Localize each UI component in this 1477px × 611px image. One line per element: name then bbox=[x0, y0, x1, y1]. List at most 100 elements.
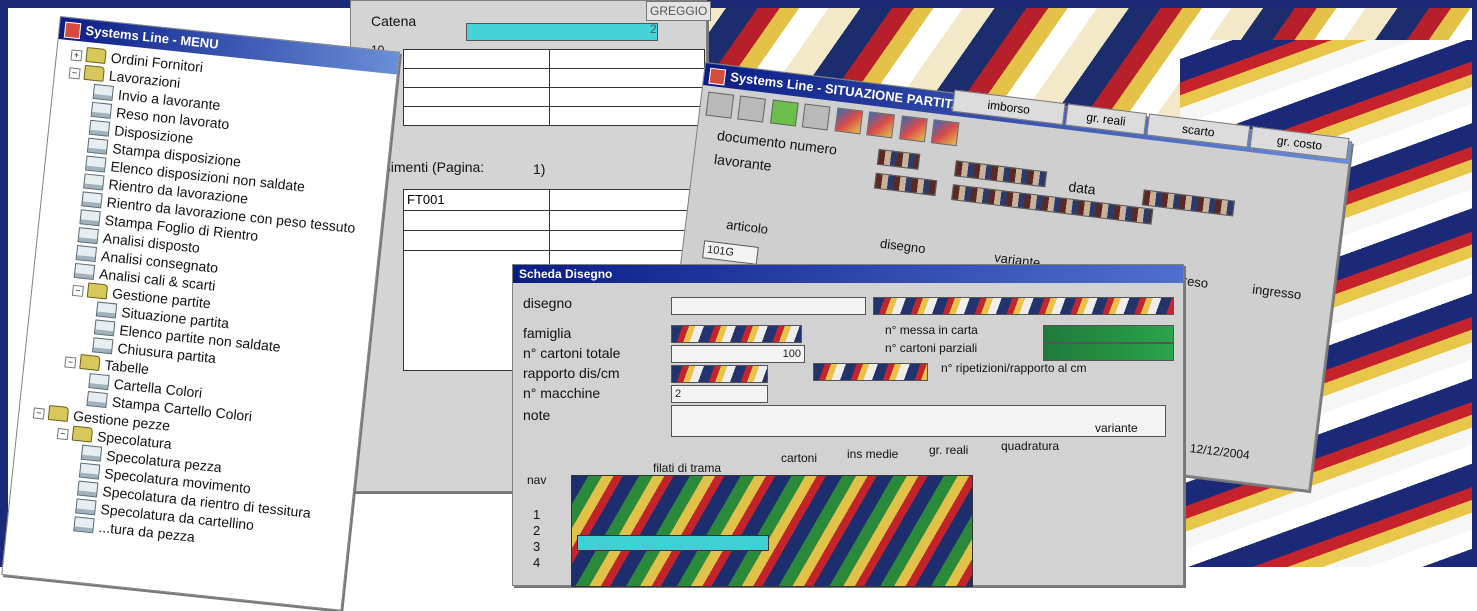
form-icon bbox=[73, 516, 95, 534]
greggio-field[interactable]: GREGGIO 2 bbox=[646, 1, 711, 36]
row-number-4: 4 bbox=[533, 555, 541, 570]
form-icon bbox=[90, 101, 113, 119]
scheda-titlebar: Scheda Disegno bbox=[513, 265, 1183, 283]
famiglia-field[interactable] bbox=[671, 325, 802, 343]
expand-toggle-icon[interactable]: − bbox=[32, 407, 45, 420]
form-icon bbox=[95, 301, 118, 319]
form-icon bbox=[75, 245, 98, 263]
next-record-button[interactable] bbox=[769, 99, 799, 127]
folder-icon bbox=[79, 354, 101, 372]
expand-toggle-icon[interactable]: − bbox=[56, 428, 69, 441]
famiglia-label: famiglia bbox=[523, 325, 572, 341]
image-button-1[interactable] bbox=[834, 107, 864, 135]
row-number-1: 1 bbox=[533, 507, 541, 522]
form-icon bbox=[93, 319, 116, 337]
filati-grid[interactable] bbox=[571, 475, 973, 587]
row-number-3: 3 bbox=[533, 539, 541, 554]
app-icon bbox=[63, 21, 82, 40]
note-label: note bbox=[523, 407, 551, 423]
col-ins-medie: ins medie bbox=[847, 447, 899, 461]
folder-icon bbox=[85, 46, 107, 64]
page-label: 1) bbox=[533, 161, 546, 177]
cartoni-parziali-field[interactable] bbox=[1043, 343, 1174, 361]
expand-toggle-icon[interactable]: − bbox=[64, 356, 77, 369]
left-border bbox=[0, 8, 8, 567]
menu-tree: + Ordini Fornitori − Lavorazioni Invio a lav… bbox=[7, 39, 396, 562]
ripetizioni-label: n° ripetizioni/rapporto al cm bbox=[941, 361, 1087, 375]
col-disegno: disegno bbox=[879, 235, 927, 257]
col-quadratura: quadratura bbox=[1001, 439, 1060, 453]
form-icon bbox=[83, 173, 105, 191]
form-icon bbox=[88, 119, 111, 137]
folder-icon bbox=[47, 405, 70, 423]
form-icon bbox=[77, 227, 99, 245]
form-icon bbox=[73, 262, 96, 280]
folder-icon bbox=[83, 64, 105, 82]
col-nav: nav bbox=[527, 473, 547, 487]
selected-row-bar bbox=[577, 535, 769, 551]
form-icon bbox=[79, 209, 101, 227]
form-icon bbox=[81, 191, 103, 209]
expand-toggle-icon[interactable]: − bbox=[68, 67, 81, 80]
data-label: data bbox=[1067, 178, 1097, 198]
col-articolo: articolo bbox=[725, 216, 769, 237]
app-icon bbox=[708, 67, 727, 86]
lavorante-code-field[interactable] bbox=[873, 172, 938, 197]
folder-icon bbox=[71, 425, 94, 443]
disegno-description-field[interactable] bbox=[873, 297, 1174, 315]
lavorante-label: lavorante bbox=[713, 150, 773, 174]
catena-table bbox=[403, 49, 705, 126]
lavorante-address-field[interactable] bbox=[951, 184, 1154, 225]
form-icon bbox=[88, 373, 110, 391]
rapporto-label: rapporto dis/cm bbox=[523, 365, 620, 381]
last-record-button[interactable] bbox=[802, 103, 831, 131]
form-icon bbox=[84, 155, 107, 173]
col-ingresso: ingresso bbox=[1251, 281, 1303, 303]
cartoni-parziali-label: n° cartoni parziali bbox=[885, 341, 978, 355]
scheda-disegno-window: Scheda Disegno disegno famiglia n° carto… bbox=[512, 264, 1184, 587]
row-number-2: 2 bbox=[533, 523, 541, 538]
prev-record-button[interactable] bbox=[737, 95, 767, 123]
col-filati-trama: filati di trama bbox=[653, 461, 722, 475]
cartoni-totale-label: n° cartoni totale bbox=[523, 345, 621, 361]
articolo-cell[interactable]: 101G bbox=[702, 240, 759, 265]
image-button-3[interactable] bbox=[898, 115, 928, 143]
cartoni-totale-field[interactable]: 100 bbox=[671, 345, 805, 363]
documento-field[interactable] bbox=[876, 148, 921, 170]
first-record-button[interactable] bbox=[705, 91, 735, 119]
form-icon bbox=[78, 462, 101, 480]
form-icon bbox=[76, 480, 99, 498]
form-icon bbox=[80, 444, 103, 462]
form-icon bbox=[92, 337, 114, 355]
col-variante: variante bbox=[1095, 421, 1138, 435]
data-field[interactable] bbox=[1141, 189, 1236, 217]
form-icon bbox=[86, 137, 109, 155]
catena-label: Catena bbox=[371, 13, 417, 29]
folder-icon bbox=[86, 282, 109, 300]
expand-toggle-icon[interactable]: + bbox=[70, 49, 83, 62]
first-cell: FT001 bbox=[407, 192, 445, 207]
lavorante-name-field[interactable] bbox=[953, 160, 1048, 188]
catena-field[interactable] bbox=[466, 23, 658, 41]
top-border bbox=[0, 0, 1477, 8]
form-icon bbox=[86, 390, 108, 408]
expand-toggle-icon[interactable]: − bbox=[71, 284, 84, 297]
image-button-2[interactable] bbox=[866, 111, 896, 139]
messa-carta-label: n° messa in carta bbox=[885, 323, 978, 337]
disegno-label: disegno bbox=[523, 295, 573, 311]
form-icon bbox=[92, 83, 114, 101]
image-button-4[interactable] bbox=[930, 119, 960, 147]
col-gr-reali: gr. reali bbox=[929, 443, 969, 457]
note-field[interactable] bbox=[671, 405, 1166, 437]
disegno-field[interactable] bbox=[671, 297, 866, 315]
col-reso: reso bbox=[1182, 272, 1209, 291]
rapporto-field[interactable] bbox=[671, 365, 768, 383]
right-border bbox=[1472, 8, 1477, 567]
ripetizioni-field[interactable] bbox=[813, 363, 928, 381]
form-icon bbox=[75, 498, 97, 516]
col-cartoni: cartoni bbox=[781, 451, 818, 465]
scheda-title: Scheda Disegno bbox=[519, 267, 613, 281]
messa-carta-field[interactable] bbox=[1043, 325, 1174, 343]
macchine-label: n° macchine bbox=[523, 385, 601, 401]
macchine-field[interactable]: 2 bbox=[671, 385, 768, 403]
